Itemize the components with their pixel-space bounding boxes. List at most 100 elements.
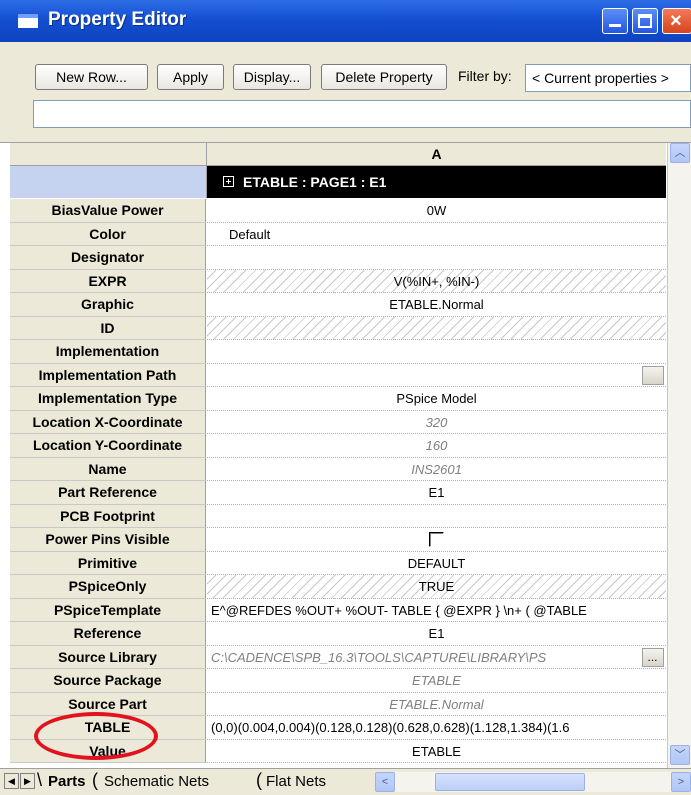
property-value[interactable]: ETABLE.Normal [207,693,666,716]
property-name[interactable]: PCB Footprint [10,504,206,528]
property-value[interactable]: C:\CADENCE\SPB_16.3\TOOLS\CAPTURE\LIBRAR… [207,646,666,669]
horizontal-scrollbar[interactable]: < > [375,772,691,792]
property-name[interactable]: Primitive [10,551,206,575]
triangle-left-icon: ◀ [8,776,15,786]
delete-property-button[interactable]: Delete Property [321,64,447,90]
expand-icon[interactable] [223,176,234,187]
property-name[interactable]: ID [10,316,206,340]
property-row[interactable]: Reference E1 [10,622,666,646]
property-row[interactable]: Part Reference E1 [10,481,666,505]
property-name[interactable]: Source Part [10,692,206,716]
apply-button[interactable]: Apply [157,64,224,90]
property-name[interactable]: Source Package [10,669,206,693]
property-name[interactable]: Location Y-Coordinate [10,434,206,458]
property-value[interactable]: 160 [207,434,666,458]
browse-button[interactable] [642,365,664,385]
property-name[interactable]: Implementation Type [10,387,206,411]
property-row[interactable]: Graphic ETABLE.Normal [10,293,666,317]
property-row[interactable]: TABLE (0,0)(0.004,0.004)(0.128,0.128)(0.6… [10,716,666,740]
property-row[interactable]: PSpiceOnly TRUE [10,575,666,599]
property-name[interactable]: Name [10,457,206,481]
property-row[interactable]: Primitive DEFAULT [10,551,666,575]
property-name[interactable]: TABLE [10,716,206,740]
property-value[interactable]: ETABLE.Normal [207,293,666,317]
property-value[interactable] [207,340,666,364]
property-value[interactable]: E1 [207,481,666,505]
property-value[interactable]: Default [207,223,666,246]
property-row[interactable]: BiasValue Power 0W [10,199,666,223]
property-row[interactable]: Source Part ETABLE.Normal [10,692,666,716]
property-value[interactable]: DEFAULT [207,552,666,575]
power-pins-visible-checkbox[interactable] [429,532,444,548]
property-value[interactable] [207,528,666,552]
part-header[interactable]: ETABLE : PAGE1 : E1 [207,166,666,198]
property-value[interactable]: TRUE [207,575,666,599]
column-header-a[interactable]: A [207,143,666,166]
new-row-button[interactable]: New Row... [35,64,148,90]
property-name[interactable]: Value [10,739,206,763]
property-row[interactable]: EXPR V(%IN+, %IN-) [10,269,666,293]
property-value[interactable]: E^@REFDES %OUT+ %OUT- TABLE { @EXPR } \n… [207,599,666,622]
tab-prev-button[interactable]: ◀ [4,773,19,789]
property-value[interactable]: PSpice Model [207,387,666,411]
property-value[interactable]: (0,0)(0.004,0.004)(0.128,0.128)(0.628,0.… [207,716,666,740]
property-value[interactable] [207,316,666,340]
property-name[interactable]: Graphic [10,293,206,317]
scroll-down-button[interactable]: ﹀ [670,745,690,765]
tab-flat-nets[interactable]: Flat Nets [266,771,326,793]
property-name[interactable]: Designator [10,246,206,270]
property-name[interactable]: EXPR [10,269,206,293]
property-row[interactable]: ID [10,316,666,340]
tab-parts[interactable]: Parts [48,771,86,793]
vertical-scrollbar[interactable]: ︿ ﹀ [667,143,691,769]
property-value[interactable]: 0W [207,199,666,223]
property-row[interactable]: Source Package ETABLE [10,669,666,693]
property-name[interactable]: Source Library [10,645,206,669]
property-name[interactable]: PSpiceOnly [10,575,206,599]
property-name[interactable]: Part Reference [10,481,206,505]
property-row[interactable]: Location X-Coordinate 320 [10,410,666,434]
property-name[interactable]: Location X-Coordinate [10,410,206,434]
property-name[interactable]: Color [10,222,206,246]
property-row[interactable]: Implementation [10,340,666,364]
property-row[interactable]: Designator [10,246,666,270]
scroll-thumb[interactable] [435,773,585,791]
property-value[interactable]: ETABLE [207,669,666,693]
property-row[interactable]: Name INS2601 [10,457,666,481]
close-button[interactable]: × [662,8,691,34]
property-value[interactable] [207,246,666,270]
property-row[interactable]: PCB Footprint [10,504,666,528]
property-name[interactable]: Power Pins Visible [10,528,206,552]
property-row[interactable]: Power Pins Visible [10,528,666,552]
property-row[interactable]: Color Default [10,222,666,246]
property-value[interactable]: V(%IN+, %IN-) [207,269,666,293]
property-name[interactable]: Implementation [10,340,206,364]
value-edit-field[interactable] [33,100,691,128]
property-row[interactable]: Value ETABLE [10,739,666,763]
display-button[interactable]: Display... [233,64,311,90]
scroll-left-button[interactable]: < [375,772,395,792]
scroll-up-button[interactable]: ︿ [670,143,690,163]
property-value[interactable] [207,364,666,387]
property-value[interactable]: ETABLE [207,740,666,763]
property-value[interactable]: E1 [207,622,666,646]
property-name[interactable]: Reference [10,622,206,646]
minimize-button[interactable] [602,8,628,34]
property-row[interactable]: Implementation Path [10,363,666,387]
property-value[interactable] [207,505,666,528]
property-name[interactable]: Implementation Path [10,363,206,387]
property-row[interactable]: Location Y-Coordinate 160 [10,434,666,458]
tab-next-button[interactable]: ▶ [20,773,35,789]
property-value[interactable]: 320 [207,411,666,434]
property-row[interactable]: Implementation Type PSpice Model [10,387,666,411]
property-value[interactable]: INS2601 [207,458,666,481]
scroll-right-button[interactable]: > [671,772,691,792]
property-row[interactable]: Source Library C:\CADENCE\SPB_16.3\TOOLS\… [10,645,666,669]
browse-button[interactable]: ... [642,647,664,667]
property-row[interactable]: PSpiceTemplate E^@REFDES %OUT+ %OUT- TABL… [10,598,666,622]
property-name[interactable]: BiasValue Power [10,199,206,223]
property-name[interactable]: PSpiceTemplate [10,598,206,622]
maximize-button[interactable] [632,8,658,34]
tab-schematic-nets[interactable]: Schematic Nets [104,771,209,793]
filter-dropdown[interactable]: < Current properties > [525,64,691,92]
